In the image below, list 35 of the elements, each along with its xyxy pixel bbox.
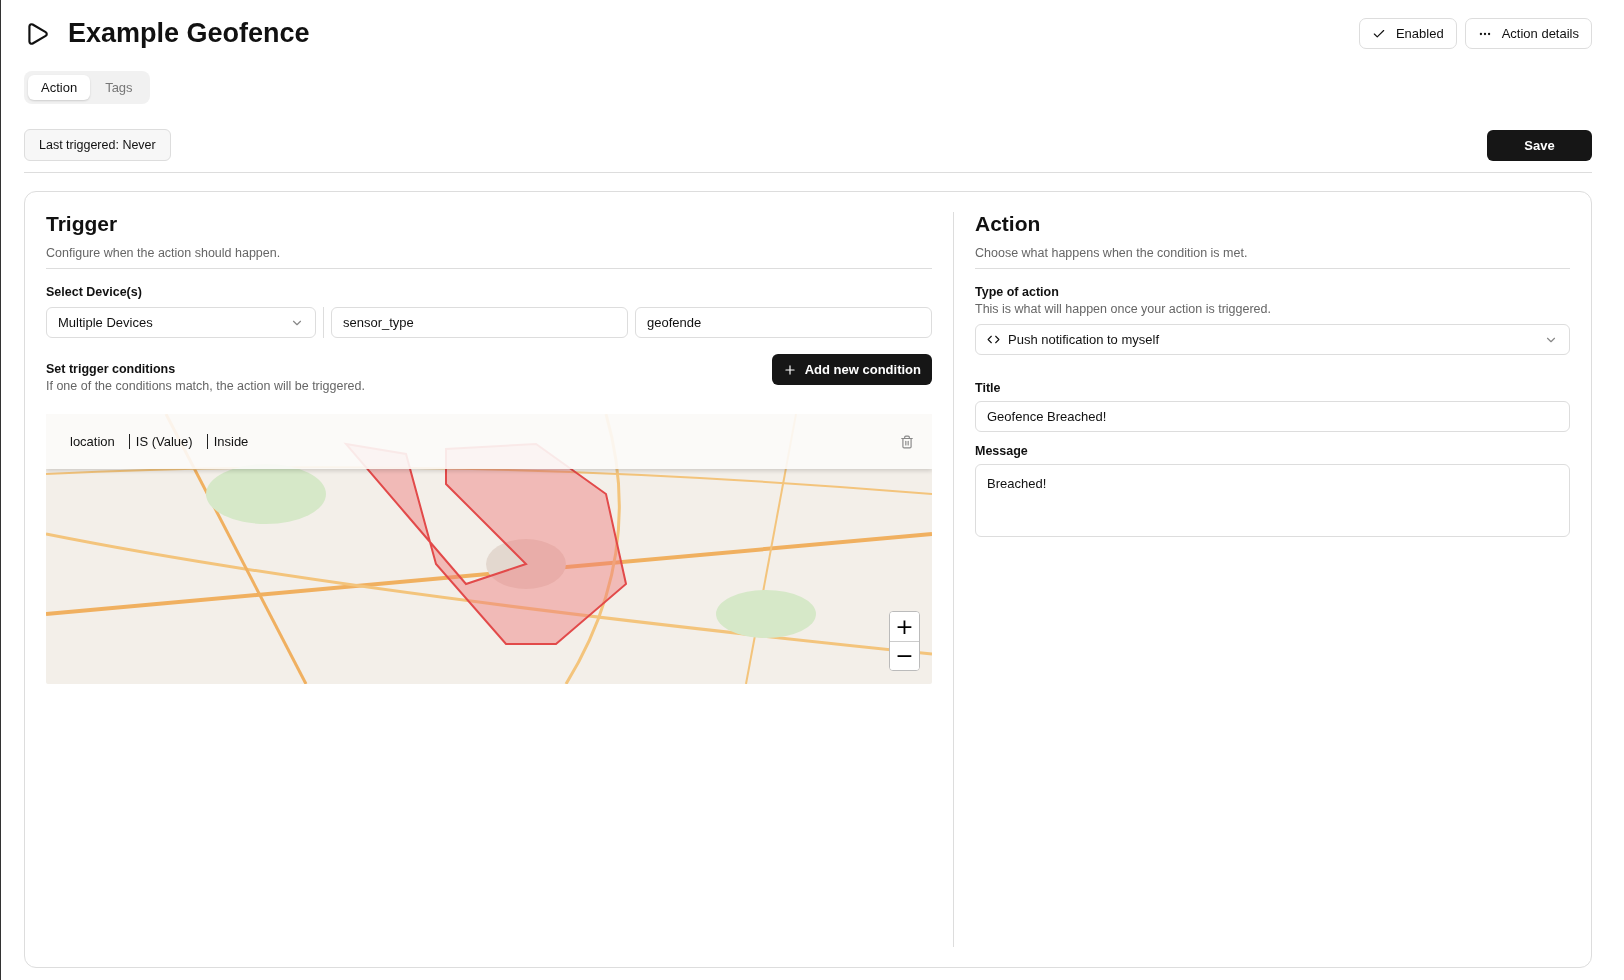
section-title: Action	[975, 212, 1042, 236]
section-subtitle: Choose what happens when the condition is met.	[975, 246, 1570, 269]
tab[interactable]: Action	[28, 75, 91, 100]
field-hint: If one of the conditions match, the action will be triggered.	[46, 379, 365, 393]
select-value: Push notification to myself	[1008, 332, 1160, 347]
tab[interactable]: Tags	[92, 75, 146, 100]
last-triggered-badge: Last triggered: Never	[24, 129, 171, 161]
condition-part: location	[69, 434, 116, 449]
input-field[interactable]: sensor_type	[331, 307, 628, 338]
map[interactable]: location IS (Value) Inside + −	[46, 414, 932, 684]
zoom-out-button[interactable]: −	[890, 641, 919, 670]
page-title: Example Geofence	[68, 18, 310, 49]
input-field[interactable]: Geofence Breached!	[975, 401, 1570, 432]
enabled-button[interactable]: Enabled	[1358, 18, 1457, 49]
action-type-select[interactable]: Push notification to myself	[975, 324, 1570, 355]
field-label: Select Device(s)	[46, 285, 143, 299]
field-label: Set trigger conditions	[46, 362, 177, 376]
add-condition-button[interactable]: Add new condition	[771, 354, 932, 385]
field-label: Type of action	[975, 285, 1060, 299]
message-field[interactable]: Breached!	[975, 464, 1570, 537]
section-title: Trigger	[46, 212, 119, 236]
field-hint: This is what will happen once your action is triggered.	[975, 302, 1272, 316]
field-label: Title	[975, 381, 1002, 395]
field-label: Message	[975, 444, 1029, 458]
section-subtitle: Configure when the action should happen.	[46, 246, 932, 269]
save-button[interactable]: Save	[1487, 129, 1592, 161]
code-icon	[987, 333, 1000, 346]
device-select[interactable]: Multiple Devices	[46, 307, 316, 338]
plus-icon	[782, 362, 797, 377]
input-field[interactable]: geofende	[635, 307, 932, 338]
action-details-button[interactable]: Action details	[1464, 18, 1592, 49]
condition-part: Inside	[206, 434, 255, 449]
condition-part: IS (Value)	[128, 434, 199, 449]
condition-row[interactable]: location IS (Value) Inside	[46, 414, 932, 469]
trash-icon[interactable]	[900, 434, 914, 449]
